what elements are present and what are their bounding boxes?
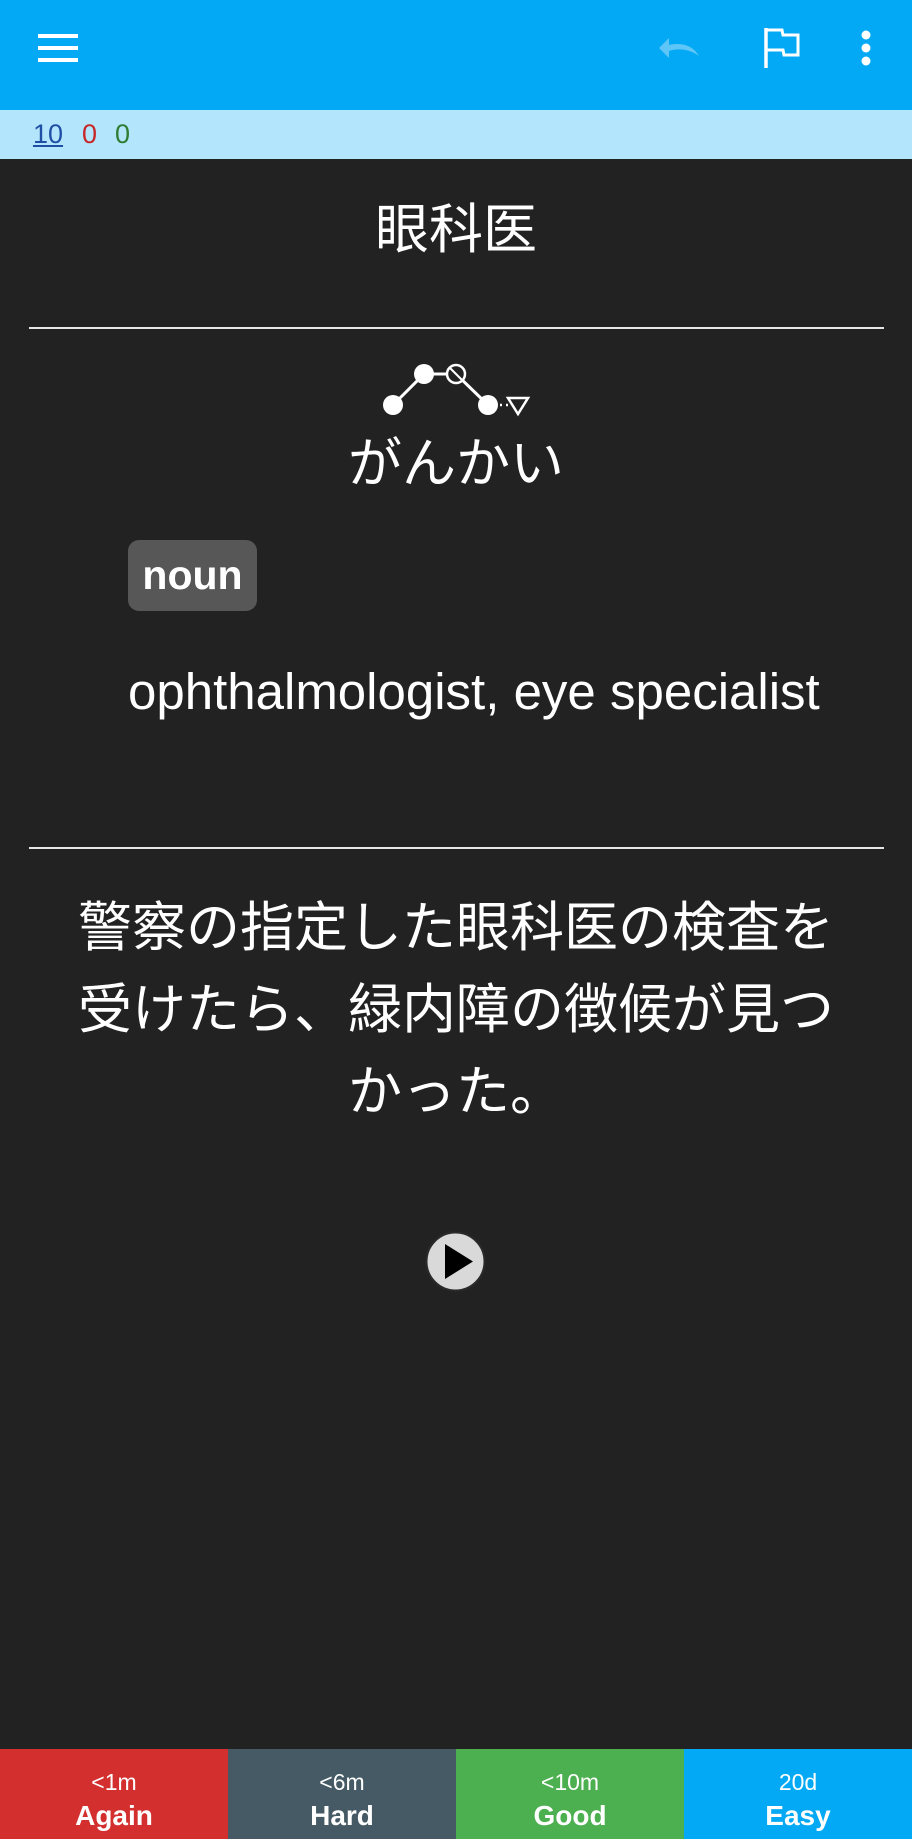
good-label: Good	[533, 1800, 607, 1831]
play-audio-icon[interactable]	[425, 1231, 486, 1292]
review-count: 0	[115, 119, 131, 149]
hamburger-menu-icon	[38, 34, 78, 62]
good-interval: <10m	[540, 1769, 600, 1795]
easy-label: Easy	[765, 1800, 831, 1831]
card-reading: がんかい	[348, 432, 564, 495]
navigation-drawer-button[interactable]	[24, 14, 92, 82]
undo-icon	[659, 38, 699, 58]
flag-card-button[interactable]	[746, 12, 818, 84]
flag-icon	[764, 28, 800, 68]
more-options-button[interactable]	[842, 14, 890, 82]
again-button[interactable]: <1m Again	[0, 1749, 228, 1839]
divider	[29, 847, 884, 849]
learning-count: 0	[82, 119, 98, 149]
hard-label: Hard	[310, 1800, 374, 1831]
divider	[29, 327, 884, 329]
again-label: Again	[75, 1800, 153, 1831]
good-button[interactable]: <10m Good	[456, 1749, 684, 1839]
undo-button[interactable]	[646, 14, 714, 82]
part-of-speech-badge: noun	[128, 540, 257, 611]
card-expression: 眼科医	[375, 198, 537, 261]
card-meaning: ophthalmologist, eye specialist	[128, 663, 820, 720]
easy-interval: 20d	[778, 1769, 818, 1795]
hard-button[interactable]: <6m Hard	[228, 1749, 456, 1839]
more-vert-icon	[861, 30, 871, 66]
pitch-accent-graph-icon	[383, 363, 531, 417]
again-interval: <1m	[91, 1769, 137, 1795]
card-counts-bar: 10 0 0	[0, 110, 912, 159]
hard-interval: <6m	[319, 1769, 365, 1795]
top-app-bar	[0, 0, 912, 110]
easy-button[interactable]: 20d Easy	[684, 1749, 912, 1839]
reviewer-screen: 10 0 0 眼科医 がんかい noun ophthalmologist, ey…	[0, 0, 912, 1839]
answer-buttons-bar: <1m Again <6m Hard <10m Good 20d Easy	[0, 1749, 912, 1839]
new-count: 10	[33, 119, 64, 149]
example-sentence: 警察の指定した眼科医の検査を受けたら、緑内障の徴候が見つかった。	[78, 896, 834, 1123]
